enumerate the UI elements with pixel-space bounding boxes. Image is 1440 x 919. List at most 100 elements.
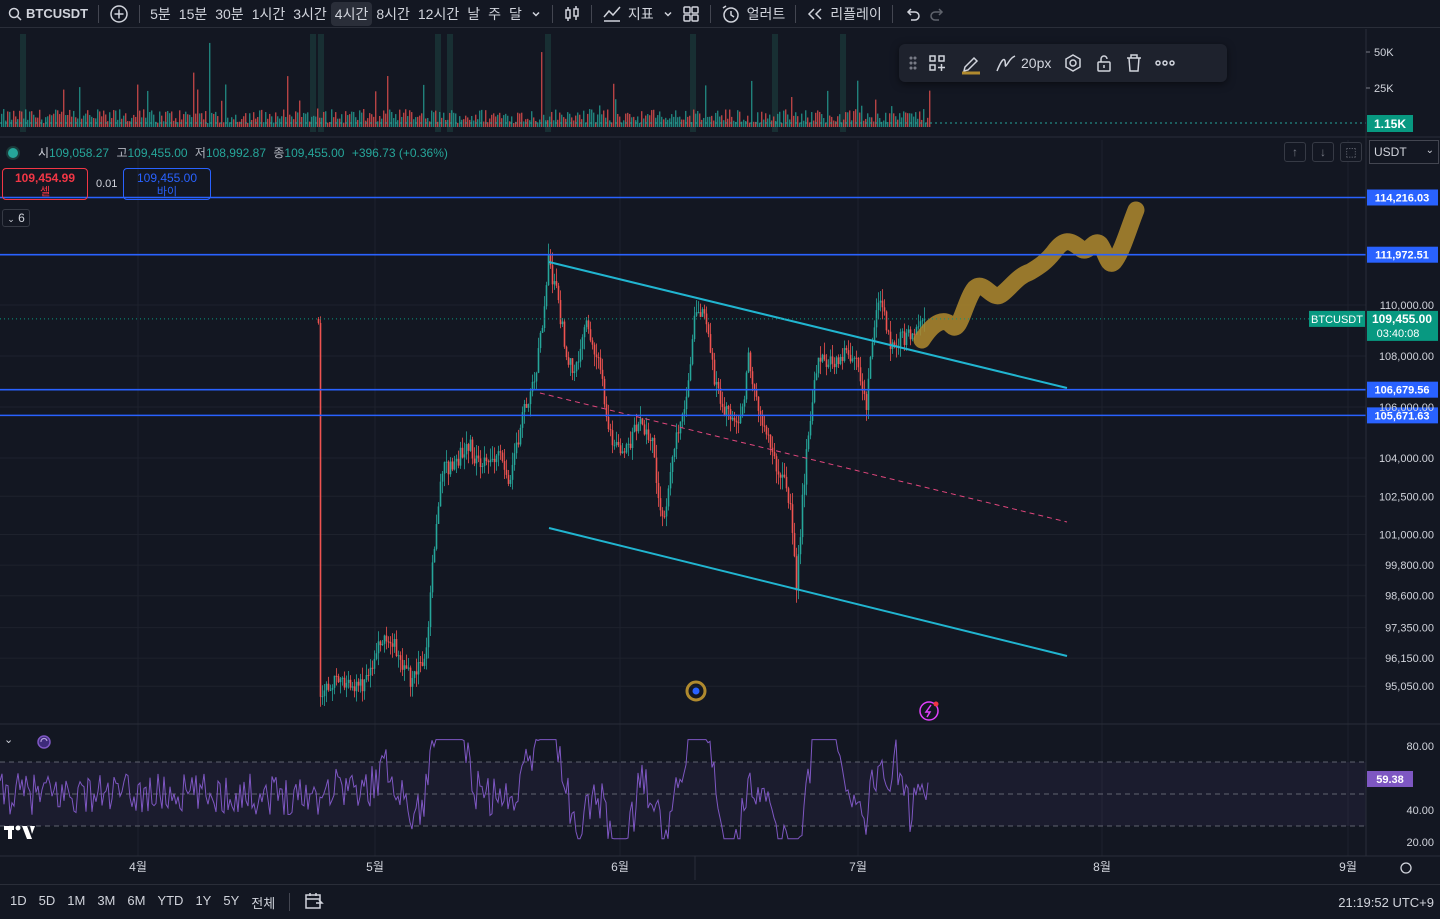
volume-bar — [587, 113, 589, 127]
goto-date-button[interactable] — [298, 892, 330, 913]
interval-10[interactable]: 달 — [505, 2, 526, 26]
volume-bar — [93, 118, 95, 127]
candle-body — [549, 255, 552, 266]
redo-button[interactable] — [925, 2, 951, 26]
interval-8[interactable]: 날 — [463, 2, 484, 26]
volume-bar — [687, 116, 689, 127]
interval-7[interactable]: 12시간 — [414, 2, 463, 26]
volume-bar — [627, 112, 629, 127]
volume-bar — [911, 113, 913, 127]
range-3[interactable]: 3M — [91, 893, 121, 912]
candle-body — [543, 306, 546, 329]
search-icon — [8, 7, 22, 21]
candle-body — [371, 667, 374, 669]
interval-1[interactable]: 15분 — [175, 2, 211, 26]
undo-button[interactable] — [899, 2, 925, 26]
volume-bar — [855, 109, 857, 127]
range-4[interactable]: 6M — [121, 893, 151, 912]
replay-button[interactable]: 리플레이 — [802, 2, 886, 26]
indicators-button[interactable]: 지표 — [598, 2, 658, 26]
volume-bar — [705, 85, 707, 127]
brush-color-button[interactable] — [953, 48, 989, 78]
pane-move-down-button[interactable]: ↓ — [1312, 142, 1334, 162]
range-8[interactable]: 전체 — [245, 893, 281, 912]
volume-bar — [377, 121, 379, 127]
trash-icon — [1127, 54, 1142, 72]
volume-bar — [915, 112, 917, 127]
interval-3[interactable]: 1시간 — [248, 2, 290, 26]
delete-button[interactable] — [1119, 48, 1149, 78]
collapse-indicators-button[interactable]: ⌄ 6 — [2, 209, 30, 227]
volume-bar — [479, 110, 481, 127]
rsi-settings[interactable] — [36, 734, 52, 750]
candle-body — [473, 458, 476, 464]
candle-body — [529, 391, 532, 405]
sell-button[interactable]: 109,454.99 셀 — [2, 168, 88, 200]
interval-6[interactable]: 8시간 — [372, 2, 414, 26]
volume-bar — [913, 116, 915, 127]
candle-body — [713, 359, 716, 385]
visibility-toggle[interactable] — [8, 148, 18, 158]
plus-circle-icon — [110, 4, 128, 23]
range-5[interactable]: YTD — [151, 893, 189, 912]
volume-bar — [391, 112, 393, 127]
volume-bar — [9, 111, 11, 127]
interval-2[interactable]: 30분 — [211, 2, 247, 26]
layout-button[interactable] — [678, 2, 704, 26]
volume-bar — [359, 110, 361, 127]
settings-button[interactable] — [1057, 48, 1089, 78]
chevron-down-icon: ⌄ — [7, 214, 15, 224]
candle-body — [381, 643, 384, 646]
buy-button[interactable]: 109,455.00 바이 — [123, 168, 211, 200]
volume-bar — [101, 116, 103, 127]
lock-button[interactable] — [1089, 48, 1119, 78]
candle-body — [847, 350, 850, 355]
symbol-search[interactable]: BTCUSDT — [4, 2, 92, 26]
volume-bar — [569, 113, 571, 127]
candle-body — [507, 474, 510, 484]
volume-bar — [67, 114, 69, 127]
volume-bar — [21, 111, 23, 127]
line-width-button[interactable]: 20px — [989, 48, 1057, 78]
candle-body — [685, 396, 688, 410]
range-6[interactable]: 1Y — [189, 893, 217, 912]
candle-body — [767, 434, 770, 436]
templates-button[interactable] — [921, 48, 953, 78]
range-0[interactable]: 1D — [4, 893, 33, 912]
candle-body — [883, 307, 886, 312]
volume-bar — [849, 110, 851, 127]
candle-body — [463, 454, 466, 458]
volume-bar — [401, 117, 403, 127]
rsi-axis-label: 40.00 — [1406, 805, 1434, 817]
chart-type-button[interactable] — [559, 2, 585, 26]
volume-bar — [801, 113, 803, 127]
candle-body — [525, 403, 528, 408]
pane-maximize-button[interactable]: ⬚ — [1340, 142, 1362, 162]
volume-bar — [31, 111, 33, 127]
interval-0[interactable]: 5분 — [146, 2, 175, 26]
candle-body — [441, 473, 444, 482]
more-button[interactable] — [1149, 48, 1181, 78]
range-7[interactable]: 5Y — [217, 893, 245, 912]
currency-select[interactable]: USDT ⌄ — [1369, 140, 1439, 164]
volume-bar — [437, 121, 439, 127]
interval-4[interactable]: 3시간 — [289, 2, 331, 26]
pane-move-up-button[interactable]: ↑ — [1284, 142, 1306, 162]
indicators-dropdown[interactable] — [658, 2, 678, 26]
volume-bar — [295, 111, 297, 127]
volume-bar — [179, 110, 181, 127]
candle-body — [419, 662, 422, 664]
interval-9[interactable]: 주 — [484, 2, 505, 26]
compare-button[interactable] — [105, 2, 133, 26]
volume-bar — [561, 114, 563, 127]
range-2[interactable]: 1M — [61, 893, 91, 912]
candle-body — [787, 488, 790, 503]
alert-button[interactable]: 얼러트 — [717, 2, 790, 26]
rsi-collapse-button[interactable]: ⌄ — [4, 733, 24, 749]
range-1[interactable]: 5D — [33, 893, 62, 912]
volume-bar — [545, 120, 547, 127]
interval-5[interactable]: 4시간 — [330, 1, 373, 26]
interval-dropdown[interactable] — [526, 2, 546, 26]
drag-handle[interactable] — [905, 48, 921, 78]
clock[interactable]: 21:19:52 UTC+9 — [1338, 895, 1434, 910]
